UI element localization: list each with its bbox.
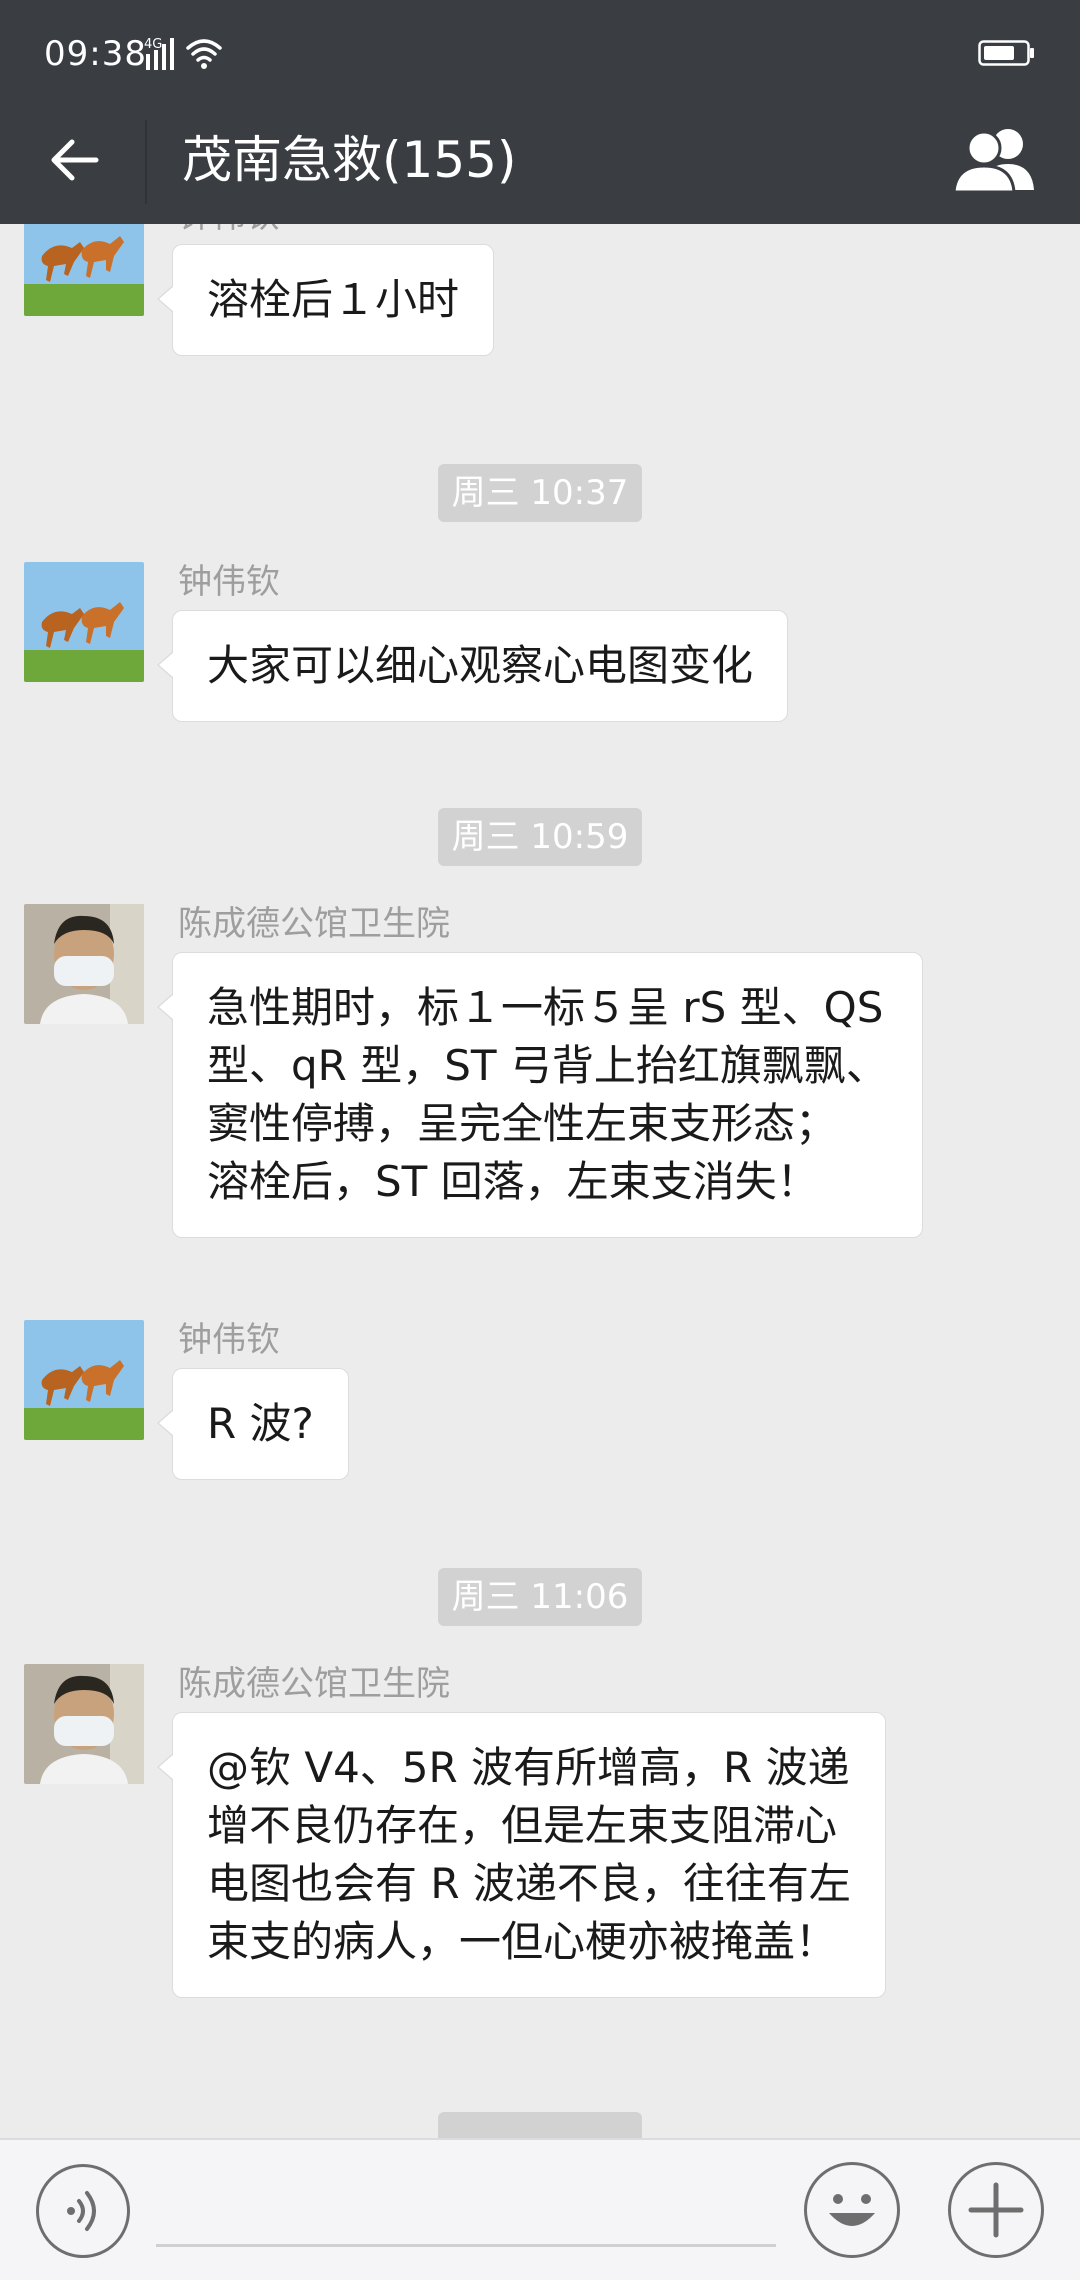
timestamp-divider: 周三 11:06 <box>438 1568 642 1626</box>
avatar[interactable] <box>24 904 144 1024</box>
group-members-icon[interactable] <box>950 124 1040 194</box>
message-text: 溶栓后１小时 <box>207 275 460 324</box>
message-text-line: 溶栓后，ST 回落，左束支消失！ <box>207 1157 819 1206</box>
timestamp-divider: 周三 10:59 <box>438 808 642 866</box>
avatar[interactable] <box>24 1320 144 1440</box>
voice-button[interactable] <box>36 2164 130 2258</box>
horses-avatar-image <box>24 562 144 682</box>
sender-name: 钟伟钦 <box>178 1320 280 1360</box>
status-bar: 09:38 4G <box>0 0 1080 100</box>
message-text: 大家可以细心观察心电图变化 <box>207 641 754 690</box>
timestamp-divider-partial <box>438 2112 642 2138</box>
avatar[interactable] <box>24 224 144 316</box>
avatar[interactable] <box>24 562 144 682</box>
plus-icon <box>968 2182 1024 2238</box>
battery-icon <box>978 40 1034 66</box>
message-text-line: 束支的病人，一但心梗亦被掩盖！ <box>207 1917 838 1966</box>
horses-avatar-image <box>24 224 144 316</box>
status-time: 09:38 <box>44 34 147 74</box>
sender-name: 钟伟钦 <box>178 562 280 602</box>
message-bubble[interactable]: R 波? <box>157 1368 349 1480</box>
sender-name: 陈成德公馆卫生院 <box>178 904 450 944</box>
signal-icon: 4G <box>144 37 222 70</box>
message-bubble[interactable]: 溶栓后１小时 <box>156 244 495 356</box>
message-text-line: 窦性停搏，呈完全性左束支形态； <box>207 1099 838 1148</box>
emoji-icon <box>829 2194 875 2226</box>
masked-person-avatar-image <box>24 904 144 1024</box>
sender-name: 陈成德公馆卫生院 <box>178 1664 450 1704</box>
message-bubble[interactable]: 急性期时，标１一标５呈 rS 型、QS 型、qR 型，ST 弓背上抬红旗飘飘、 … <box>157 952 923 1238</box>
message-text-line: 增不良仍存在，但是左束支阻滞心 <box>207 1801 838 1850</box>
sender-name: 钟伟钦 <box>178 224 280 236</box>
message-text-line: 型、qR 型，ST 弓背上抬红旗飘飘、 <box>207 1041 888 1090</box>
message-text-line: 急性期时，标１一标５呈 rS 型、QS <box>207 983 884 1032</box>
timestamp-divider: 周三 10:37 <box>438 464 642 522</box>
voice-icon <box>67 2191 96 2231</box>
message-text-line: 电图也会有 R 波递不良，往往有左 <box>207 1859 851 1908</box>
message-input[interactable] <box>156 2244 776 2247</box>
network-label: 4G <box>144 37 162 52</box>
header-divider <box>145 120 147 204</box>
message-text: R 波? <box>207 1399 314 1448</box>
plus-button[interactable] <box>948 2162 1044 2258</box>
avatar[interactable] <box>24 1664 144 1784</box>
masked-person-avatar-image <box>24 1664 144 1784</box>
chat-header: 茂南急救(155) <box>0 100 1080 224</box>
message-bubble[interactable]: @钦 V4、5R 波有所增高，R 波递 增不良仍存在，但是左束支阻滞心 电图也会… <box>157 1712 886 1998</box>
back-arrow-icon[interactable] <box>44 130 104 190</box>
message-list[interactable]: 钟伟钦 溶栓后１小时 周三 10:37 钟伟钦 大家可以细心观察心电图变化 周三… <box>0 224 1080 2138</box>
wifi-icon <box>186 39 222 62</box>
horses-avatar-image <box>24 1320 144 1440</box>
input-bar <box>0 2138 1080 2280</box>
message-bubble[interactable]: 大家可以细心观察心电图变化 <box>156 610 789 722</box>
emoji-button[interactable] <box>804 2162 900 2258</box>
message-text-line: @钦 V4、5R 波有所增高，R 波递 <box>207 1743 850 1792</box>
chat-title: 茂南急救(155) <box>182 131 517 189</box>
